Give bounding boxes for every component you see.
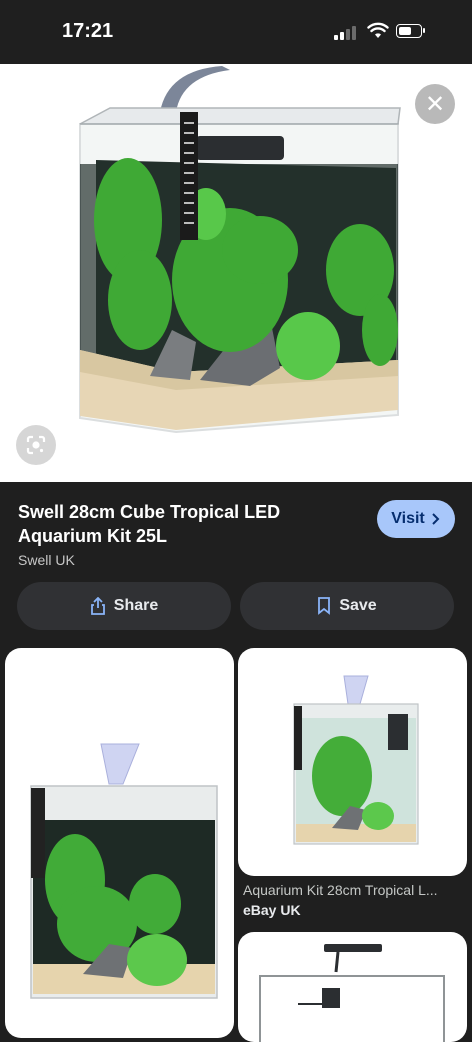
battery-icon bbox=[396, 24, 425, 38]
save-label: Save bbox=[339, 597, 377, 614]
close-icon: ✕ bbox=[424, 90, 446, 118]
visit-label: Visit bbox=[391, 510, 425, 527]
related-image bbox=[259, 944, 445, 1042]
share-icon bbox=[90, 597, 105, 615]
result-source: Swell UK bbox=[18, 552, 75, 568]
close-button[interactable]: ✕ bbox=[415, 84, 455, 124]
google-lens-button[interactable] bbox=[16, 425, 56, 465]
bookmark-icon bbox=[318, 597, 331, 615]
share-label: Share bbox=[113, 597, 159, 614]
related-image-card[interactable] bbox=[5, 648, 234, 1038]
related-image-card[interactable] bbox=[238, 648, 467, 876]
related-caption-source: eBay UK bbox=[243, 902, 301, 918]
aquarium-illustration bbox=[79, 66, 401, 434]
cellular-signal-icon bbox=[334, 24, 360, 40]
status-time: 17:21 bbox=[62, 20, 114, 42]
chevron-right-icon bbox=[432, 513, 440, 525]
google-lens-icon bbox=[26, 435, 46, 455]
visit-button[interactable]: Visit bbox=[377, 500, 455, 538]
product-image[interactable] bbox=[0, 64, 472, 482]
wifi-icon bbox=[367, 22, 389, 38]
related-caption-title[interactable]: Aquarium Kit 28cm Tropical L... bbox=[243, 882, 465, 898]
share-button[interactable]: Share bbox=[17, 582, 231, 630]
related-image bbox=[293, 675, 419, 845]
status-bar: 17:21 bbox=[0, 0, 472, 64]
related-image-card[interactable] bbox=[238, 932, 467, 1042]
result-title[interactable]: Swell 28cm Cube Tropical LED Aquarium Ki… bbox=[18, 500, 338, 548]
save-button[interactable]: Save bbox=[240, 582, 454, 630]
related-image bbox=[30, 743, 218, 999]
